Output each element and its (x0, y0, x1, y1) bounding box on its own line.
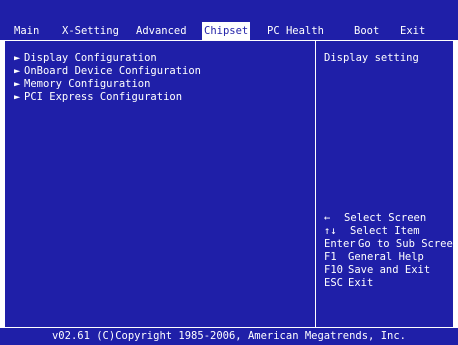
submenu-arrow-icon: ► (14, 52, 21, 64)
help-title: Display setting (324, 52, 419, 64)
left-arrow-icon: ← (324, 212, 331, 224)
submenu-arrow-icon: ► (14, 78, 21, 90)
submenu-arrow-icon: ► (14, 65, 21, 77)
list-item-label: Memory Configuration (24, 78, 151, 90)
list-item-memory-configuration[interactable]: ► Memory Configuration (14, 78, 314, 91)
menu-item-boot[interactable]: Boot (352, 22, 381, 40)
key-help-desc: Exit (348, 277, 374, 289)
key-help-row: ↑↓ Select Item (324, 225, 452, 238)
key-help-desc: Select Screen (344, 212, 427, 224)
list-item-label: Display Configuration (24, 52, 157, 64)
title-bar (0, 0, 458, 22)
copyright-footer: v02.61 (C)Copyright 1985-2006, American … (0, 328, 458, 345)
key-help-desc: Select Item (350, 225, 420, 237)
menu-item-chipset[interactable]: Chipset (202, 22, 251, 40)
panel-divider (315, 40, 316, 328)
list-item-label: OnBoard Device Configuration (24, 65, 202, 77)
chipset-menu-list: ► Display Configuration ► OnBoard Device C… (14, 52, 314, 104)
key-help-key: F1 (324, 251, 337, 263)
key-help-key: ESC (324, 277, 343, 289)
key-help-row: Enter Go to Sub Screen (324, 238, 458, 251)
key-help-desc: General Help (348, 251, 424, 263)
menu-item-pc-health[interactable]: PC Health (265, 22, 326, 40)
key-help-key: F10 (324, 264, 343, 276)
list-item-onboard-device-configuration[interactable]: ► OnBoard Device Configuration (14, 65, 314, 78)
menu-item-exit[interactable]: Exit (398, 22, 427, 40)
key-help-row: ← Select Screen (324, 212, 452, 225)
list-item-display-configuration[interactable]: ► Display Configuration (14, 52, 314, 65)
key-help-desc: Save and Exit (348, 264, 431, 276)
up-down-arrow-icon: ↑↓ (324, 225, 337, 237)
list-item-label: PCI Express Configuration (24, 91, 183, 103)
top-menu-bar: Main X-Setting Advanced Chipset PC Healt… (0, 22, 458, 40)
key-help-row: F10 Save and Exit (324, 264, 452, 277)
menu-item-main[interactable]: Main (12, 22, 41, 40)
list-item-pci-express-configuration[interactable]: ► PCI Express Configuration (14, 91, 314, 104)
bios-screen: Main X-Setting Advanced Chipset PC Healt… (0, 0, 458, 345)
menu-item-advanced[interactable]: Advanced (134, 22, 189, 40)
key-help-row: F1 General Help (324, 251, 452, 264)
key-help-key: Enter (324, 238, 356, 250)
key-help-row: ESC Exit (324, 277, 452, 290)
key-help-desc: Go to Sub Screen (358, 238, 458, 250)
key-help-legend: ← Select Screen ↑↓ Select Item Enter Go … (324, 212, 458, 290)
menu-item-x-setting[interactable]: X-Setting (60, 22, 121, 40)
submenu-arrow-icon: ► (14, 91, 21, 103)
